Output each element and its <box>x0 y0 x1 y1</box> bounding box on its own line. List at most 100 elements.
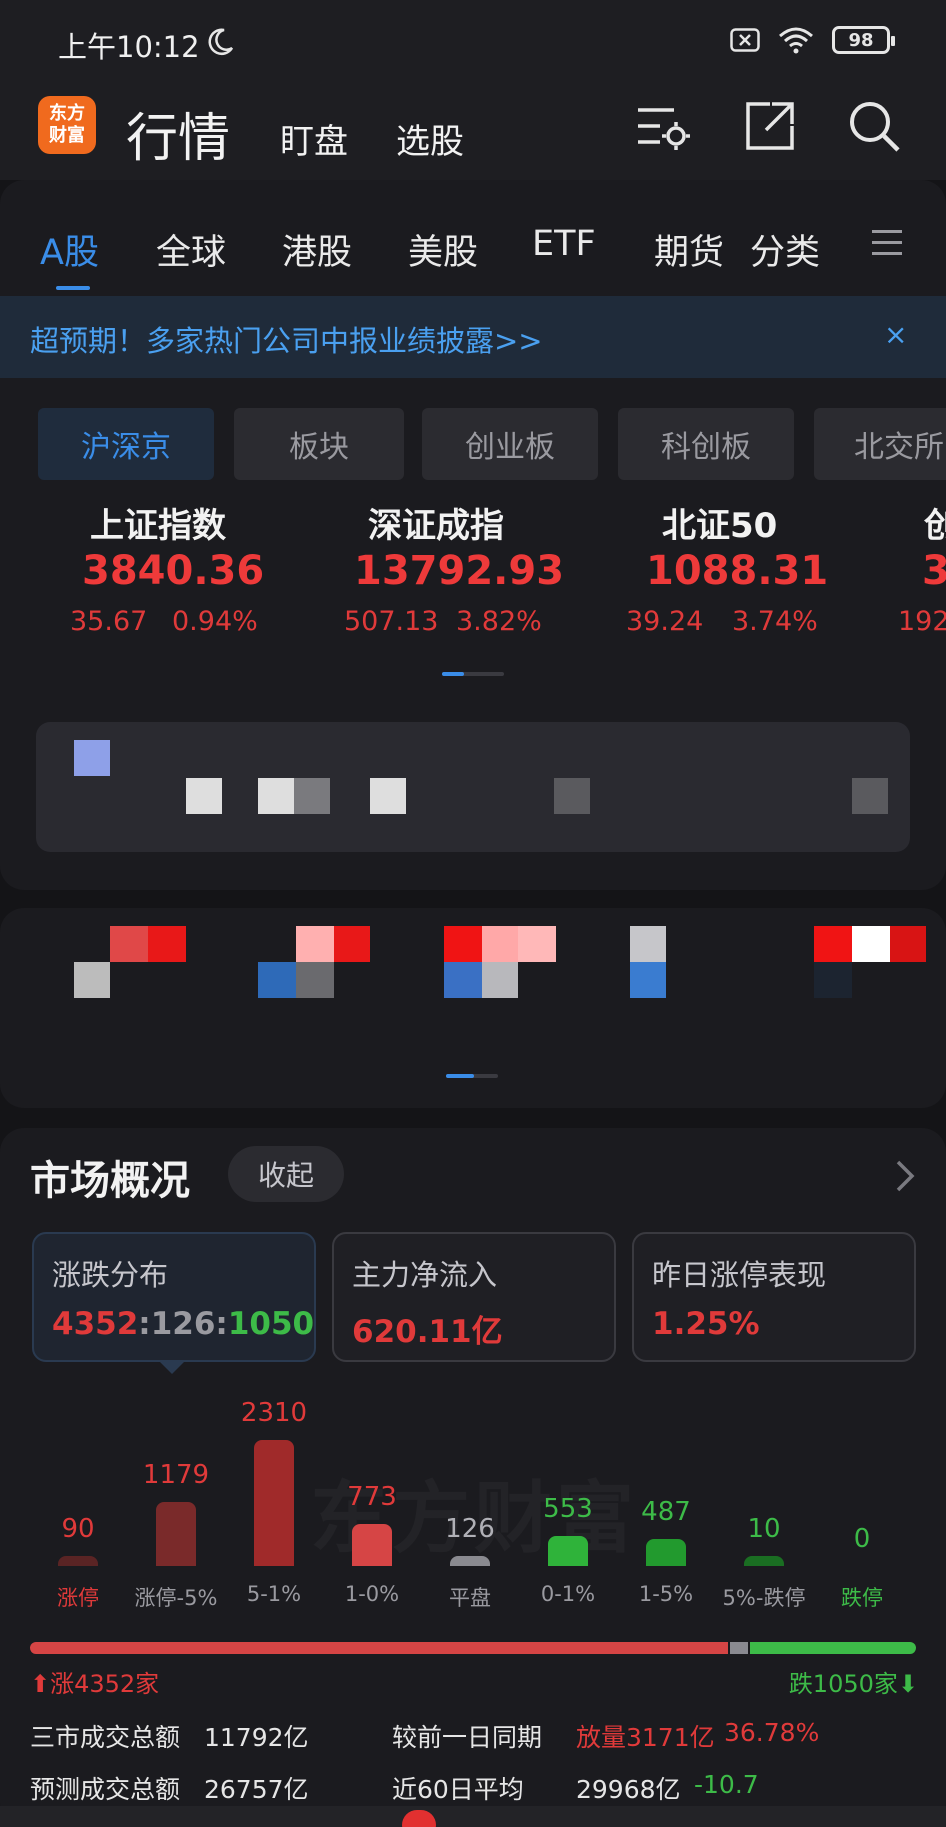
tab-futures[interactable]: 期货 <box>654 224 724 275</box>
pixel-block <box>296 962 334 998</box>
up-down-ratio-bar <box>30 1642 916 1654</box>
distribution-label: 涨停-5% <box>134 1586 218 1610</box>
tab-etf[interactable]: ETF <box>532 224 596 264</box>
card-pointer <box>160 1362 184 1374</box>
distribution-count: 487 <box>641 1497 691 1527</box>
pixel-block <box>814 962 852 998</box>
pixel-block <box>630 926 666 962</box>
app-logo[interactable]: 东方 财富 <box>38 96 96 154</box>
distribution-bar <box>450 1556 490 1566</box>
logo-line2: 财富 <box>49 125 85 146</box>
section-title: 市场概况 <box>30 1158 190 1204</box>
tab-stock-picker[interactable]: 选股 <box>396 114 464 163</box>
tab-hk[interactable]: 港股 <box>282 224 352 275</box>
wifi-icon <box>779 27 813 54</box>
separator: : <box>138 1306 151 1342</box>
distribution-count: 90 <box>61 1514 95 1544</box>
bottom-nav[interactable] <box>0 1806 946 1827</box>
index-name-sz[interactable]: 深证成指 <box>368 498 504 547</box>
moon-icon <box>208 28 234 55</box>
subtab-bse[interactable]: 北交所 <box>814 408 946 480</box>
search-icon[interactable] <box>846 98 902 154</box>
pixel-block <box>444 962 482 998</box>
card-label: 涨跌分布 <box>52 1258 169 1292</box>
pixel-block <box>554 778 590 814</box>
card-value: 620.11亿 <box>352 1314 503 1350</box>
up-total: ⬆涨4352家 <box>30 1664 159 1699</box>
distribution-label: 1-0% <box>344 1582 400 1606</box>
pixel-block <box>370 778 406 814</box>
collapse-button[interactable]: 收起 <box>228 1146 344 1202</box>
index-name-sh[interactable]: 上证指数 <box>90 498 226 547</box>
chevron-right-icon[interactable] <box>894 1158 918 1194</box>
subtab-star[interactable]: 科创板 <box>618 408 794 480</box>
tab-watch[interactable]: 盯盘 <box>280 114 348 163</box>
pixel-block <box>890 926 926 962</box>
card-main-inflow[interactable]: 主力净流入 620.11亿 <box>332 1232 616 1362</box>
subtab-shsz[interactable]: 沪深京 <box>38 408 214 480</box>
distribution-bar <box>744 1556 784 1566</box>
index-change-bz50: 39.24 <box>626 606 704 637</box>
down-total-text: 跌1050家 <box>788 1670 898 1698</box>
card-label: 昨日涨停表现 <box>652 1258 827 1292</box>
settings-list-icon[interactable] <box>634 98 690 154</box>
index-change-sz: 507.13 <box>344 606 439 637</box>
logo-line1: 东方 <box>49 103 85 124</box>
pixel-block <box>814 926 852 962</box>
carousel-indicator <box>442 672 504 676</box>
card-value: 1.25% <box>652 1306 760 1342</box>
stat-value: 26757亿 <box>204 1775 309 1804</box>
card-distribution[interactable]: 涨跌分布 4352:126:1050 <box>32 1232 316 1362</box>
distribution-count: 553 <box>543 1494 593 1524</box>
banner-text[interactable]: 超预期！多家热门公司中报业绩披露>> <box>30 318 543 360</box>
down-total: 跌1050家⬇ <box>789 1664 918 1699</box>
menu-icon[interactable] <box>872 230 902 256</box>
index-name-cy[interactable]: 创 <box>924 498 946 547</box>
stat-value: 11792亿 <box>204 1723 309 1752</box>
card-label: 主力净流入 <box>352 1258 498 1292</box>
tab-a-share[interactable]: A股 <box>40 224 99 275</box>
pixel-block <box>482 926 518 962</box>
tab-us[interactable]: 美股 <box>408 224 478 275</box>
pixel-block <box>296 926 334 962</box>
index-value-sz: 13792.93 <box>354 548 565 594</box>
distribution-label: 5-1% <box>246 1582 302 1606</box>
status-time: 上午10:12 <box>58 30 200 64</box>
page-title: 行情 <box>126 109 231 169</box>
distribution-label: 涨停 <box>57 1586 99 1610</box>
index-name-bz50[interactable]: 北证50 <box>662 498 777 547</box>
pixelated-info-box[interactable] <box>36 722 910 852</box>
carousel-indicator <box>446 1074 498 1078</box>
subtab-chinext[interactable]: 创业板 <box>422 408 598 480</box>
tab-category[interactable]: 分类 <box>750 224 820 275</box>
stat-label: 三市成交总额 <box>30 1723 181 1752</box>
up-arrow-icon: ⬆ <box>30 1670 51 1698</box>
down-count: 1050 <box>227 1306 315 1342</box>
stat-label: 预测成交总额 <box>30 1775 181 1804</box>
distribution-count: 1179 <box>142 1460 210 1490</box>
card-value: 4352:126:1050 <box>52 1306 314 1342</box>
index-pct-bz50: 3.74% <box>732 606 818 637</box>
pixel-block <box>630 962 666 998</box>
subtab-sector[interactable]: 板块 <box>234 408 404 480</box>
card-limit-up-perf[interactable]: 昨日涨停表现 1.25% <box>632 1232 916 1362</box>
pixel-block <box>444 926 482 962</box>
index-value-sh: 3840.36 <box>82 548 265 594</box>
battery-indicator: 98 <box>832 26 895 54</box>
stat-label: 近60日平均 <box>392 1775 524 1804</box>
pixel-block <box>852 926 890 962</box>
sim-off-icon <box>730 28 760 52</box>
pixel-block <box>74 740 110 776</box>
pixel-block <box>74 962 110 998</box>
distribution-count: 0 <box>853 1524 871 1554</box>
tab-global[interactable]: 全球 <box>156 224 226 275</box>
share-icon[interactable] <box>742 98 798 154</box>
index-pct-sh: 0.94% <box>172 606 258 637</box>
close-icon[interactable]: × <box>884 318 907 351</box>
distribution-label: 0-1% <box>540 1582 596 1606</box>
stat-pct: -10.7 <box>694 1770 759 1799</box>
distribution-bar <box>156 1502 196 1566</box>
pixel-block <box>258 778 294 814</box>
flat-count: 126 <box>150 1306 216 1342</box>
status-icons: 98 <box>730 26 895 54</box>
